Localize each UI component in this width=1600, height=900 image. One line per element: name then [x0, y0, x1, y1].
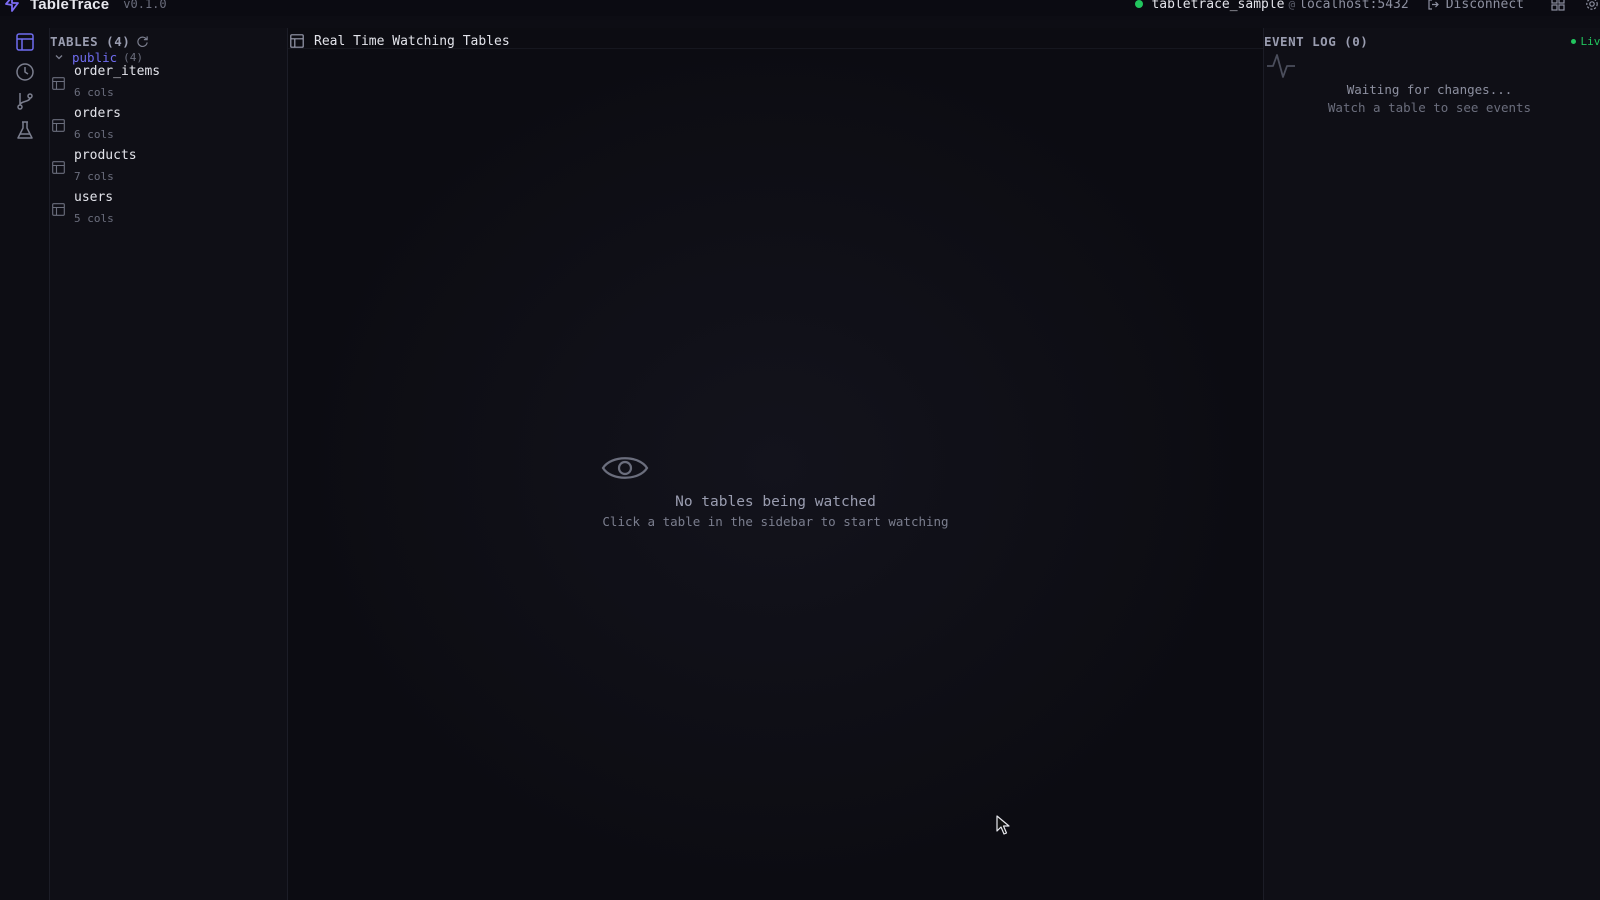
activity-rail — [0, 28, 50, 900]
table-item-users[interactable]: users 5 cols — [50, 190, 286, 238]
chevron-down-icon — [55, 55, 63, 60]
disconnect-button[interactable]: Disconnect — [1427, 0, 1524, 12]
event-log-waiting: Waiting for changes... — [1346, 82, 1513, 97]
activity-pulse-icon — [1267, 54, 1295, 78]
flask-icon — [17, 121, 33, 139]
table-col-count: 7 cols — [74, 170, 114, 183]
rail-branch-button[interactable] — [14, 90, 36, 112]
empty-state: No tables being watched Click a table in… — [288, 28, 1263, 900]
table-col-count: 6 cols — [74, 86, 114, 99]
schema-name: public — [72, 49, 118, 65]
table-name: orders — [74, 106, 121, 121]
empty-state-subtitle: Click a table in the sidebar to start wa… — [602, 514, 949, 529]
brand: TableTrace v0.1.0 — [2, 0, 167, 14]
rail-history-button[interactable] — [14, 61, 36, 83]
lightning-logo-icon — [5, 0, 19, 12]
event-log-panel: EVENT LOG (0) Live Waiting for changes..… — [1263, 28, 1600, 900]
table-col-count: 5 cols — [74, 212, 114, 225]
schema-count: (4) — [123, 50, 144, 64]
empty-state-title: No tables being watched — [675, 494, 876, 510]
table-name: order_items — [74, 64, 161, 79]
connection-info: tabletrace_sample @ localhost:5432 Disco… — [1135, 0, 1600, 14]
table-col-count: 6 cols — [74, 128, 114, 141]
table-name: products — [74, 148, 137, 163]
live-label: Live — [1580, 35, 1600, 48]
rail-flask-button[interactable] — [14, 119, 36, 141]
database-name: tabletrace_sample — [1151, 0, 1285, 12]
connection-status-dot — [1135, 0, 1144, 8]
event-log-title: EVENT LOG (0) — [1264, 33, 1369, 49]
gear-icon[interactable] — [1584, 0, 1600, 12]
live-dot — [1570, 39, 1576, 44]
eye-icon — [601, 457, 649, 479]
host-address: localhost:5432 — [1299, 0, 1409, 12]
mouse-cursor-icon — [996, 815, 1010, 835]
tables-icon — [16, 33, 34, 51]
event-log-hint: Watch a table to see events — [1327, 100, 1532, 115]
disconnect-label: Disconnect — [1445, 0, 1524, 12]
refresh-icon[interactable] — [136, 35, 149, 48]
app-version: v0.1.0 — [123, 0, 167, 11]
table-icon — [52, 77, 65, 90]
layout-grid-icon[interactable] — [1550, 0, 1566, 12]
watch-panel: Real Time Watching Tables No tables bein… — [288, 28, 1263, 900]
sidebar-title: TABLES (4) — [50, 33, 131, 49]
live-indicator: Live — [1570, 35, 1600, 48]
branch-icon — [17, 93, 33, 110]
table-icon — [52, 161, 65, 174]
logout-icon — [1428, 0, 1439, 10]
tables-sidebar: TABLES (4) public (4) order_items 6 cols… — [50, 28, 288, 900]
table-icon — [52, 203, 65, 216]
table-icon — [52, 119, 65, 132]
history-icon — [16, 63, 34, 81]
top-bar: TableTrace v0.1.0 tabletrace_sample @ lo… — [0, 0, 1600, 16]
table-name: users — [74, 190, 114, 205]
host-separator: @ — [1288, 0, 1296, 11]
rail-tables-button[interactable] — [14, 31, 36, 53]
event-log-header: EVENT LOG (0) Live — [1264, 31, 1600, 51]
app-name: TableTrace — [30, 0, 110, 13]
